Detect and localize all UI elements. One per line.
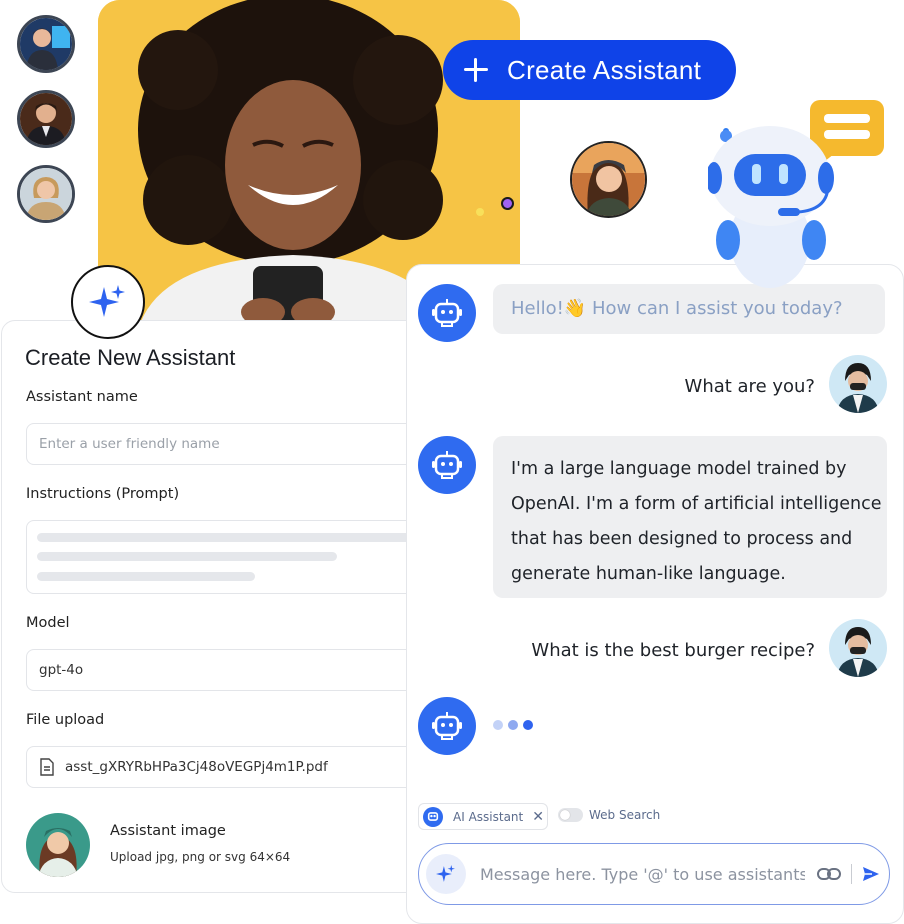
model-value: gpt-4o (39, 662, 84, 678)
bot-avatar (418, 697, 476, 755)
accent-dot (501, 197, 514, 210)
robot-illustration (706, 98, 888, 293)
robot-icon (432, 451, 462, 479)
link-icon[interactable] (817, 867, 841, 881)
web-search-label: Web Search (589, 808, 661, 822)
message-line: I'm a large language model trained by (511, 459, 847, 479)
message-line: that has been designed to process and (511, 529, 853, 549)
plus-icon (463, 57, 489, 83)
assistant-name-input[interactable] (39, 436, 425, 452)
create-assistant-button[interactable]: Create Assistant (443, 40, 736, 100)
assistant-message: I'm a large language model trained by Op… (493, 436, 887, 598)
create-assistant-form (1, 320, 431, 893)
file-upload-label: File upload (26, 712, 105, 728)
user-avatar (829, 355, 887, 413)
instructions-label: Instructions (Prompt) (26, 486, 180, 502)
robot-icon (432, 712, 462, 740)
bot-avatar (418, 436, 476, 494)
avatar (17, 165, 75, 223)
skeleton-line (37, 572, 255, 581)
toggle-switch[interactable] (558, 808, 583, 822)
avatar (570, 141, 647, 218)
user-message: What are you? (684, 376, 815, 397)
assistant-image-hint: Upload jpg, png or svg 64×64 (110, 850, 291, 864)
model-label: Model (26, 615, 70, 631)
create-assistant-label: Create Assistant (507, 54, 702, 85)
message-composer[interactable] (418, 843, 890, 905)
user-message: What is the best burger recipe? (531, 640, 815, 661)
typing-dot (493, 720, 503, 730)
model-select[interactable]: gpt-4o (26, 649, 426, 691)
sparkle-icon[interactable] (426, 854, 466, 894)
divider (851, 864, 852, 884)
typing-dot (508, 720, 518, 730)
assistant-image-label: Assistant image (110, 823, 226, 839)
robot-icon (423, 806, 443, 827)
file-name: asst_gXRYRbHPa3Cj48oVEGPj4m1P.pdf (65, 759, 328, 775)
typing-dot (523, 720, 533, 730)
avatar (17, 15, 75, 73)
assistant-image-avatar[interactable] (26, 813, 90, 877)
assistant-name-field[interactable] (26, 423, 426, 465)
skeleton-line (37, 533, 417, 542)
message-input[interactable] (480, 864, 805, 884)
instructions-textarea[interactable] (26, 520, 426, 594)
robot-icon (432, 299, 462, 327)
bot-avatar (418, 284, 476, 342)
web-search-toggle[interactable]: Web Search (558, 808, 660, 822)
ai-assistant-chip-label: AI Assistant (453, 809, 524, 824)
ai-assistant-chip[interactable]: AI Assistant ✕ (418, 803, 548, 830)
close-icon[interactable]: ✕ (532, 809, 544, 825)
message-line: generate human-like language. (511, 564, 786, 584)
typing-indicator (493, 720, 533, 730)
file-icon (40, 758, 54, 776)
sparkle-icon (71, 265, 145, 339)
send-icon[interactable] (862, 866, 880, 882)
form-title: Create New Assistant (25, 345, 236, 370)
file-upload-field[interactable]: asst_gXRYRbHPa3Cj48oVEGPj4m1P.pdf (26, 746, 426, 788)
message-line: OpenAI. I'm a form of artificial intelli… (511, 494, 882, 514)
avatar (17, 90, 75, 148)
user-avatar (829, 619, 887, 677)
assistant-name-label: Assistant name (26, 389, 138, 405)
skeleton-line (37, 552, 337, 561)
